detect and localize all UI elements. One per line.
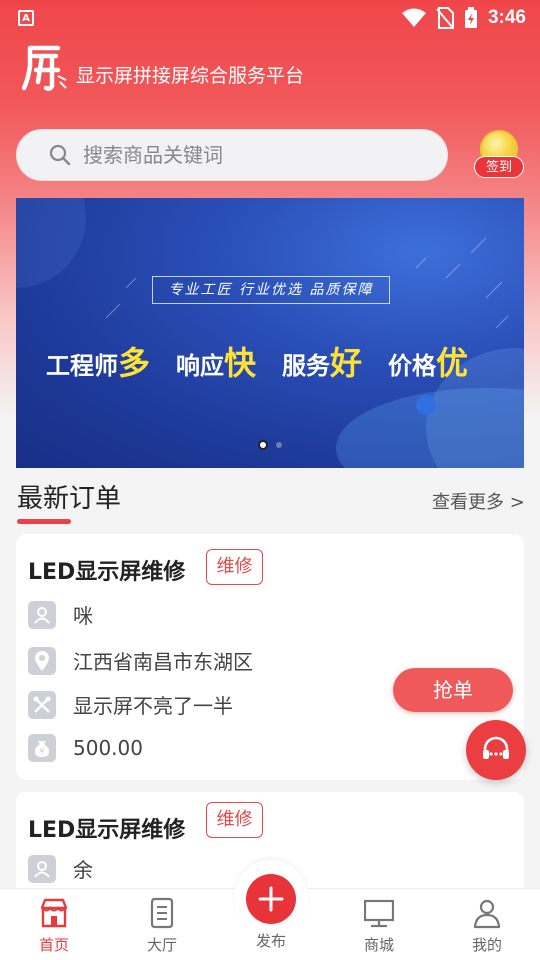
tools-icon <box>28 690 56 719</box>
search-icon <box>49 144 71 166</box>
nav-home[interactable]: 首页 <box>14 889 94 960</box>
signin-label: 签到 <box>474 156 524 178</box>
shop-icon <box>40 898 68 928</box>
section-title: 最新订单 <box>17 484 122 514</box>
app-title: 显示屏拼接屏综合服务平台 <box>76 64 305 87</box>
feature-price: 价格优 <box>388 344 469 382</box>
order-address-row: 江西省南昌市东湖区 <box>28 646 253 675</box>
section-underline <box>17 519 71 524</box>
banner-decoration <box>16 198 524 468</box>
carousel-dot-active[interactable] <box>258 440 268 450</box>
nav-mall-label: 商城 <box>363 936 394 954</box>
order-customer-name: 咪 <box>73 604 93 628</box>
order-address: 江西省南昌市东湖区 <box>73 650 253 674</box>
nav-mall[interactable]: 商城 <box>339 889 419 960</box>
plus-icon <box>258 886 284 912</box>
notification-icon: A <box>18 10 34 26</box>
view-more-link[interactable]: 查看更多 > <box>432 488 525 514</box>
order-customer-row: 咪 <box>28 600 93 629</box>
order-tag: 维修 <box>206 802 263 838</box>
grab-order-button[interactable]: 抢单 <box>393 668 513 712</box>
user-icon <box>28 600 56 629</box>
order-tag: 维修 <box>206 549 263 585</box>
order-issue-row: 显示屏不亮了一半 <box>28 690 233 719</box>
feature-response: 响应快 <box>176 344 257 382</box>
brand-header: 显示屏拼接屏综合服务平台 <box>22 42 304 92</box>
customer-service-button[interactable] <box>466 720 526 780</box>
no-sim-icon <box>436 7 454 29</box>
feature-service: 服务好 <box>282 344 363 382</box>
app-logo-icon <box>22 45 67 91</box>
svg-text:¥: ¥ <box>39 747 44 756</box>
signin-button[interactable]: 签到 <box>472 130 526 182</box>
nav-home-label: 首页 <box>38 936 69 954</box>
search-bar[interactable] <box>16 129 448 181</box>
monitor-icon <box>364 899 394 928</box>
feature-engineers: 工程师多 <box>46 344 151 382</box>
nav-publish-label: 发布 <box>255 932 286 950</box>
banner-features: 工程师多 响应快 服务好 价格优 <box>46 338 468 384</box>
search-input[interactable] <box>83 143 403 167</box>
battery-charging-icon <box>464 7 477 28</box>
nav-hall-label: 大厅 <box>146 936 177 954</box>
carousel-indicator <box>258 440 282 450</box>
order-customer-row: 余 <box>28 854 93 883</box>
profile-icon <box>473 899 501 929</box>
status-time: 3:46 <box>487 7 526 28</box>
order-customer-name: 余 <box>73 858 93 882</box>
carousel-dot[interactable] <box>276 442 282 448</box>
nav-publish[interactable] <box>234 860 308 934</box>
publish-button[interactable] <box>246 874 296 924</box>
nav-hall[interactable]: 大厅 <box>122 889 202 960</box>
wifi-icon <box>401 8 426 27</box>
list-icon <box>150 897 174 929</box>
headset-icon <box>483 736 509 759</box>
order-title: LED显示屏维修 <box>28 818 186 843</box>
nav-mine-label: 我的 <box>471 936 502 954</box>
order-issue: 显示屏不亮了一半 <box>73 694 233 718</box>
order-card[interactable]: LED显示屏维修 维修 咪 江西省南昌市东湖区 显示屏不亮了一半 ¥ 500.0… <box>16 534 524 780</box>
status-bar: A 3:46 <box>0 0 540 36</box>
money-bag-icon: ¥ <box>28 734 56 762</box>
nav-mine[interactable]: 我的 <box>447 889 527 960</box>
promo-banner[interactable]: 专业工匠 行业优选 品质保障 工程师多 响应快 服务好 价格优 <box>16 198 524 468</box>
order-title: LED显示屏维修 <box>28 560 186 585</box>
banner-tagline: 专业工匠 行业优选 品质保障 <box>152 276 390 304</box>
location-icon <box>28 646 56 675</box>
order-price-row: ¥ 500.00 <box>28 734 143 762</box>
status-right: 3:46 <box>401 7 526 29</box>
user-icon <box>28 854 56 883</box>
order-price: 500.00 <box>73 736 143 760</box>
